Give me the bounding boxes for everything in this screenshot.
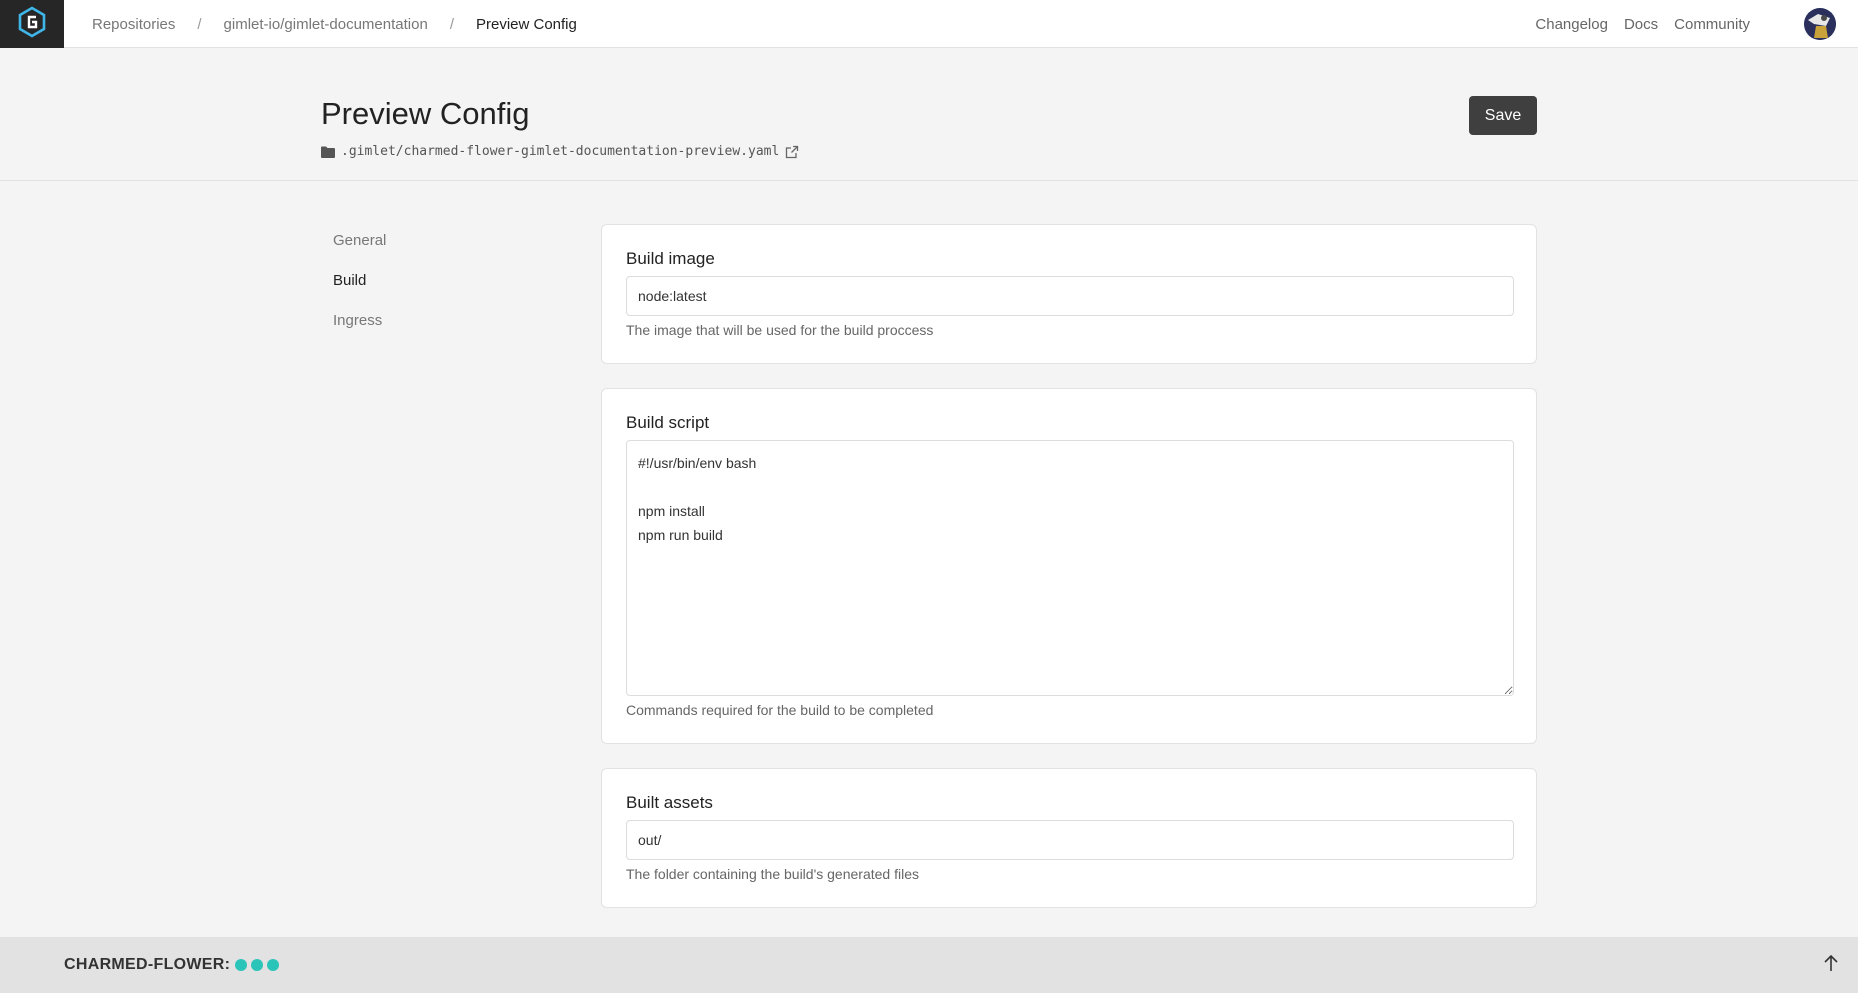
breadcrumb-separator: / [449,15,454,33]
top-nav: Changelog Docs Community [1519,0,1750,48]
breadcrumb-repo[interactable]: gimlet-io/gimlet-documentation [224,16,428,33]
file-path-text[interactable]: .gimlet/charmed-flower-gimlet-documentat… [341,144,779,159]
status-dot [267,959,280,971]
page-header: Preview Config .gimlet/charmed-flower-gi… [0,48,1858,181]
save-button[interactable]: Save [1469,96,1537,135]
built-assets-input[interactable] [626,820,1514,860]
section-nav-ingress[interactable]: Ingress [333,312,386,352]
section-nav-build[interactable]: Build [333,272,386,312]
built-assets-card: Built assets The folder containing the b… [601,768,1537,908]
build-image-help: The image that will be used for the buil… [626,322,934,338]
build-script-title: Build script [626,413,710,432]
built-assets-title: Built assets [626,793,713,812]
avatar[interactable] [1804,8,1836,40]
config-file-path: .gimlet/charmed-flower-gimlet-documentat… [321,144,799,159]
breadcrumb: Repositories / gimlet-io/gimlet-document… [92,0,577,48]
arrow-up-icon[interactable] [1822,953,1840,978]
section-nav: General Build Ingress [333,232,386,352]
page-title: Preview Config [321,96,530,131]
build-image-input[interactable] [626,276,1514,316]
breadcrumb-current: Preview Config [475,15,577,33]
breadcrumb-repositories[interactable]: Repositories [92,16,175,33]
docs-link[interactable]: Docs [1624,16,1658,33]
build-image-card: Build image The image that will be used … [601,224,1537,364]
build-image-title: Build image [626,249,715,268]
top-bar: Repositories / gimlet-io/gimlet-document… [0,0,1858,48]
folder-icon [321,146,335,158]
section-nav-general[interactable]: General [333,232,386,272]
external-link-icon[interactable] [785,145,799,159]
changelog-link[interactable]: Changelog [1535,16,1608,33]
logo-link[interactable] [0,0,64,48]
breadcrumb-separator: / [197,15,202,33]
status-dot [251,959,264,971]
community-link[interactable]: Community [1674,16,1750,33]
status-dot [235,959,248,971]
built-assets-help: The folder containing the build's genera… [626,866,919,882]
env-name-label: CHARMED-FLOWER: [64,956,231,973]
build-script-card: Build script Commands required for the b… [601,388,1537,744]
env-status-dots [235,959,283,971]
build-script-help: Commands required for the build to be co… [626,702,934,718]
build-script-textarea[interactable] [626,440,1514,696]
gimlet-logo-icon [17,5,47,43]
env-status-bar: CHARMED-FLOWER: [0,937,1858,993]
